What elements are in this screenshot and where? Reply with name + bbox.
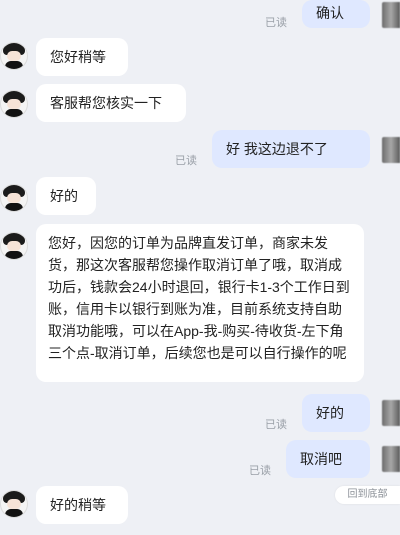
chat-window: 已读 确认 您好稍等 客服帮您核实一下 已读 好 我这边退不了 好的 您好，因您…	[0, 0, 400, 535]
chat-bubble-agent[interactable]: 客服帮您核实一下	[36, 84, 186, 122]
user-avatar[interactable]	[382, 400, 400, 426]
read-receipt: 已读	[249, 465, 271, 477]
chat-bubble-agent[interactable]: 您好，因您的订单为品牌直发订单，商家未发货，那这次客服帮您操作取消订单了哦，取消…	[36, 224, 364, 382]
avatar-face	[7, 499, 21, 509]
avatar-face	[7, 241, 21, 251]
message-text: 客服帮您核实一下	[50, 95, 162, 111]
avatar-face	[7, 99, 21, 109]
chat-bubble-agent[interactable]: 好的	[36, 177, 96, 215]
chat-bubble-user[interactable]: 好 我这边退不了	[212, 130, 370, 168]
agent-avatar[interactable]	[0, 90, 28, 118]
chat-bubble-agent[interactable]: 好的稍等	[36, 486, 128, 524]
message-text: 取消吧	[300, 451, 342, 467]
user-avatar[interactable]	[382, 446, 400, 472]
message-text: 确认	[316, 5, 344, 21]
avatar-face	[7, 193, 21, 203]
message-text: 您好稍等	[50, 49, 106, 65]
avatar-body	[5, 61, 23, 69]
chat-bubble-user[interactable]: 取消吧	[286, 440, 370, 478]
chat-bubble-user[interactable]: 好的	[302, 394, 370, 432]
agent-avatar[interactable]	[0, 184, 28, 212]
avatar-body	[5, 203, 23, 211]
message-text: 好的	[316, 405, 344, 421]
message-text: 好的	[50, 188, 78, 204]
read-receipt: 已读	[265, 419, 287, 431]
user-avatar[interactable]	[382, 137, 400, 163]
message-text: 好 我这边退不了	[226, 141, 328, 157]
scroll-to-bottom-button[interactable]: 回到底部	[335, 486, 400, 504]
avatar-body	[5, 251, 23, 259]
chat-bubble-agent[interactable]: 您好稍等	[36, 38, 128, 76]
message-text: 好的稍等	[50, 497, 106, 513]
avatar-body	[5, 509, 23, 517]
agent-avatar[interactable]	[0, 490, 28, 518]
chat-bubble-user[interactable]: 确认	[302, 0, 370, 28]
avatar-face	[7, 51, 21, 61]
read-receipt: 已读	[175, 155, 197, 167]
message-text: 您好，因您的订单为品牌直发订单，商家未发货，那这次客服帮您操作取消订单了哦，取消…	[48, 235, 350, 361]
user-avatar[interactable]	[382, 2, 400, 28]
agent-avatar[interactable]	[0, 42, 28, 70]
agent-avatar[interactable]	[0, 232, 28, 260]
read-receipt: 已读	[265, 17, 287, 29]
avatar-body	[5, 109, 23, 117]
